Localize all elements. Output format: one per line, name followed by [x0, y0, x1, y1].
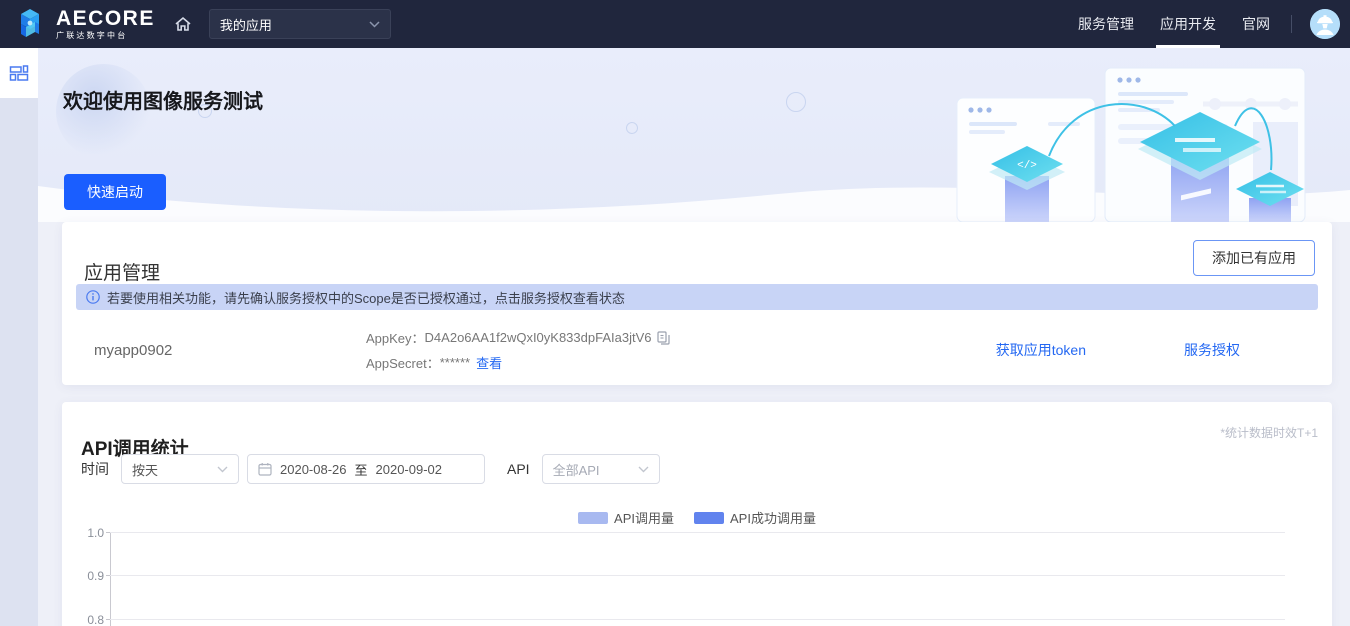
nav-item-app-development[interactable]: 应用开发 [1160, 0, 1216, 48]
y-tick-mark [106, 619, 110, 620]
quick-start-button[interactable]: 快速启动 [64, 174, 166, 210]
granularity-value: 按天 [132, 460, 158, 479]
copy-appkey-button[interactable] [657, 331, 670, 345]
app-row-actions: 获取应用token 服务授权 [996, 340, 1302, 360]
logo-title: AECORE [56, 8, 155, 29]
y-tick-mark [106, 532, 110, 533]
stats-data-delay-note: *统计数据时效T+1 [1220, 424, 1318, 441]
copy-icon [657, 331, 670, 345]
home-icon [173, 14, 193, 34]
svg-text:</>: </> [1017, 160, 1037, 172]
date-range-input[interactable]: 2020-08-26 至 2020-09-02 [247, 454, 485, 484]
chevron-down-icon [369, 21, 380, 28]
app-select-value: 我的应用 [220, 15, 272, 34]
info-icon [86, 290, 100, 304]
left-sidebar [0, 48, 38, 626]
sidebar-item-overview[interactable] [0, 48, 38, 98]
legend-item-api-calls[interactable]: API调用量 [578, 508, 674, 527]
legend-item-api-success-calls[interactable]: API成功调用量 [694, 508, 816, 527]
brand-logo[interactable]: AECORE 广联达数字中台 [12, 6, 155, 42]
gridline: 0.8 [110, 619, 1285, 620]
hardhat-user-icon [1310, 9, 1340, 39]
legend-swatch-api-calls [578, 512, 608, 524]
y-tick-label: 0.9 [74, 569, 104, 583]
top-navbar: AECORE 广联达数字中台 我的应用 服务管理 应用开发 官网 [0, 0, 1350, 48]
granularity-select[interactable]: 按天 [121, 454, 239, 484]
date-end-value: 2020-09-02 [376, 462, 443, 477]
app-name: myapp0902 [94, 342, 366, 359]
app-credentials: AppKey： D4A2o6AA1f2wQxI0yK833dpFAIa3jtV6… [366, 328, 670, 372]
date-range-separator: 至 [355, 460, 368, 479]
add-existing-app-button[interactable]: 添加已有应用 [1193, 240, 1315, 276]
chevron-down-icon [217, 466, 228, 473]
y-tick-mark [106, 575, 110, 576]
stats-filters: 时间 按天 2020-08-26 至 2020-09-02 API [81, 454, 660, 484]
page-title: 欢迎使用图像服务测试 [63, 85, 263, 114]
appsecret-masked: ****** [440, 355, 470, 370]
app-management-title: 应用管理 [84, 258, 160, 285]
decor-ring [626, 122, 638, 134]
gridline: 0.9 [110, 575, 1285, 576]
api-select-value: 全部API [553, 460, 600, 479]
y-tick-label: 0.8 [74, 613, 104, 626]
legend-label-api-calls: API调用量 [614, 508, 674, 527]
legend-swatch-api-success-calls [694, 512, 724, 524]
hero-illustration: </> [953, 64, 1308, 222]
api-stats-card: API调用统计 *统计数据时效T+1 时间 按天 2020-08-26 至 [62, 402, 1332, 626]
appkey-value: D4A2o6AA1f2wQxI0yK833dpFAIa3jtV6 [425, 330, 652, 345]
appsecret-label: AppSecret： [366, 353, 440, 372]
chevron-down-icon [638, 466, 649, 473]
gridline: 1.0 [110, 532, 1285, 533]
get-app-token-link[interactable]: 获取应用token [996, 340, 1086, 360]
decor-ring [786, 92, 806, 112]
scope-notice-text: 若要使用相关功能，请先确认服务授权中的Scope是否已授权通过，点击服务授权查看… [107, 288, 625, 307]
nav-item-service-management[interactable]: 服务管理 [1078, 0, 1134, 48]
service-auth-link[interactable]: 服务授权 [1184, 340, 1240, 360]
app-management-card: 应用管理 添加已有应用 若要使用相关功能，请先确认服务授权中的Scope是否已授… [62, 222, 1332, 385]
api-select[interactable]: 全部API [542, 454, 660, 484]
calendar-icon [258, 462, 272, 476]
logo-subtitle: 广联达数字中台 [56, 32, 155, 40]
chart-legend: API调用量 API成功调用量 [62, 508, 1332, 527]
api-filter-label: API [507, 461, 530, 477]
logo-cube-icon [12, 6, 48, 42]
user-avatar[interactable] [1310, 9, 1340, 39]
hero-banner: </> 欢迎使用图像服务测试 快速启动 [38, 48, 1350, 222]
app-list-row: myapp0902 AppKey： D4A2o6AA1f2wQxI0yK833d… [94, 326, 1302, 374]
navbar-menu: 服务管理 应用开发 官网 [1065, 0, 1350, 48]
y-tick-label: 1.0 [74, 526, 104, 540]
time-filter-label: 时间 [81, 459, 109, 479]
app-context-select[interactable]: 我的应用 [209, 9, 391, 39]
page: AECORE 广联达数字中台 我的应用 服务管理 应用开发 官网 [0, 0, 1350, 626]
dashboard-grid-icon [9, 63, 29, 83]
appkey-label: AppKey： [366, 328, 425, 347]
date-start-value: 2020-08-26 [280, 462, 347, 477]
y-axis-line [110, 532, 111, 626]
nav-item-official-site[interactable]: 官网 [1242, 0, 1270, 48]
home-button[interactable] [173, 14, 193, 34]
navbar-divider [1291, 15, 1292, 33]
view-secret-link[interactable]: 查看 [476, 353, 502, 372]
scope-notice-banner: 若要使用相关功能，请先确认服务授权中的Scope是否已授权通过，点击服务授权查看… [76, 284, 1318, 310]
legend-label-api-success-calls: API成功调用量 [730, 508, 816, 527]
